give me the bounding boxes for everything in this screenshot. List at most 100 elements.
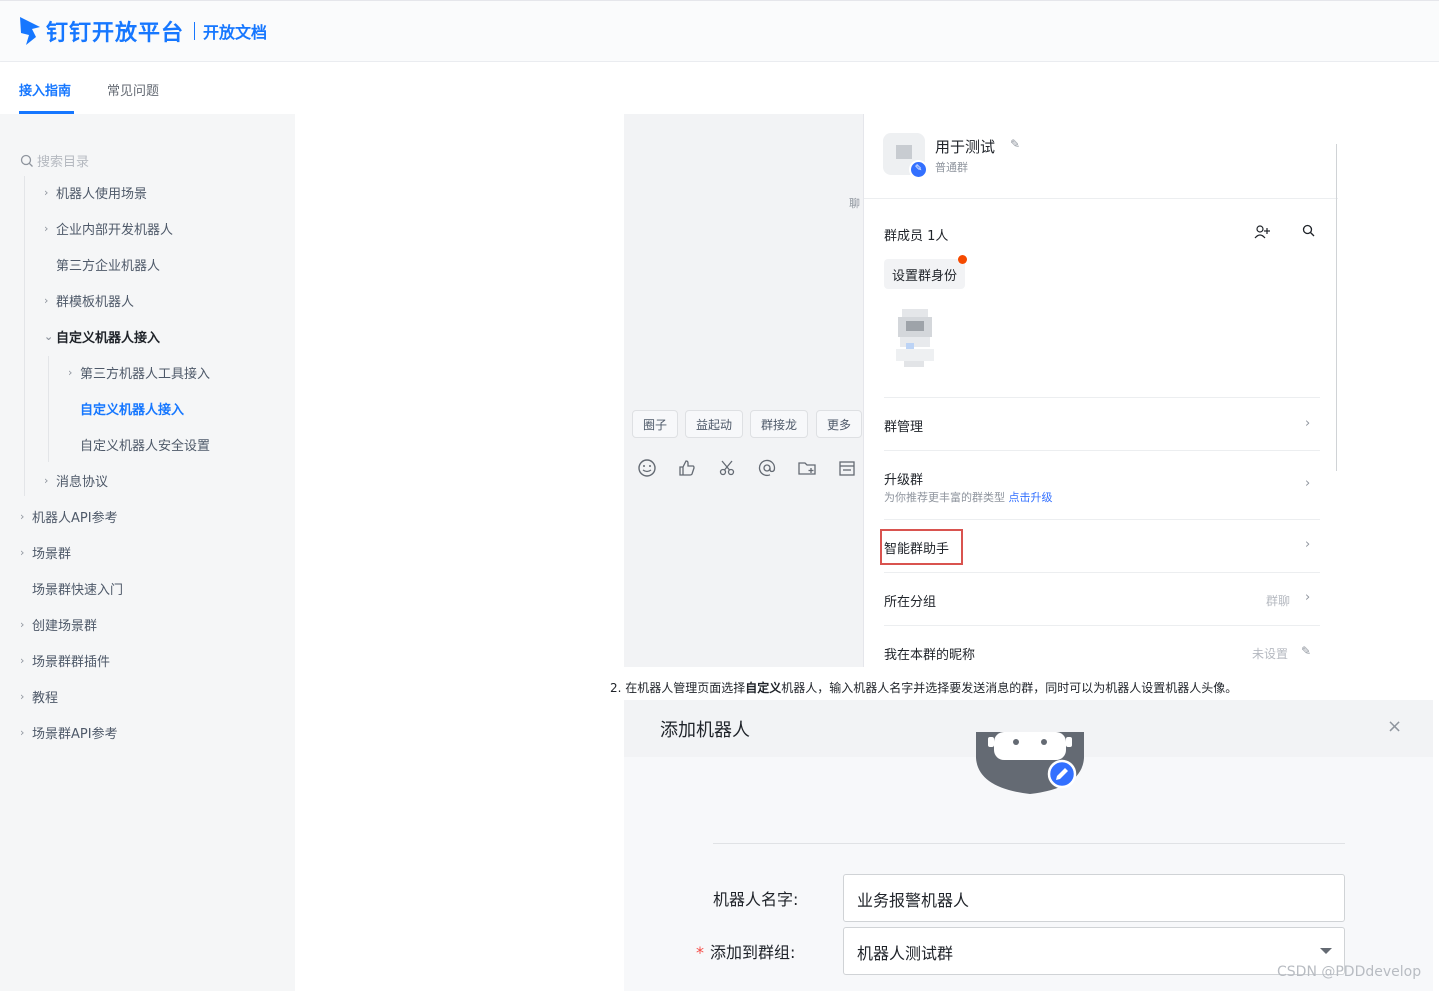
dialog-title: 添加机器人 — [660, 720, 750, 741]
chevron-right-icon: › — [1305, 590, 1311, 605]
row-my-nickname[interactable]: 我在本群的昵称 — [884, 644, 975, 663]
member-avatar[interactable] — [894, 309, 936, 371]
group-settings-panel: ✎ 用于测试 ✎ 普通群 群成员 1人 设置群身份 群管理 › 升级群 为你推荐… — [863, 114, 1338, 667]
dropdown-caret-icon — [1320, 948, 1332, 954]
upgrade-link[interactable]: 点击升级 — [1009, 491, 1053, 504]
group-name: 用于测试 — [935, 138, 996, 156]
group-select-label: * 添加到群组: — [696, 939, 795, 963]
sidebar-item-scene-quickstart[interactable]: 场景群快速入门 — [20, 579, 123, 598]
chevron-right-icon: › — [20, 654, 25, 667]
chevron-down-icon: ⌄ — [44, 330, 54, 343]
sidebar-item-scene-api[interactable]: › 场景群API参考 — [20, 723, 118, 742]
chevron-right-icon: › — [44, 186, 49, 199]
sidebar-item-custom-robot-group[interactable]: ⌄ 自定义机器人接入 — [44, 327, 160, 346]
sidebar-item-custom-robot-active[interactable]: 自定义机器人接入 — [68, 399, 184, 418]
nav-bar: 接入指南 常见问题 — [0, 62, 1439, 114]
chat-area: 聊 圈子 益起动 群接龙 更多 — [624, 114, 863, 667]
chevron-right-icon: › — [44, 474, 49, 487]
panel-divider — [884, 625, 1320, 626]
add-robot-dialog-screenshot: 添加机器人 × 机器人名字: 业务报警机器人 * 添加到群组: 机器人测试群 — [624, 700, 1433, 991]
set-role-button[interactable]: 设置群身份 — [884, 259, 966, 289]
panel-scrollbar[interactable] — [1336, 144, 1337, 471]
step-bold: 自定义 — [745, 681, 782, 695]
sidebar-item-label: 场景群API参考 — [32, 727, 118, 742]
brand-divider — [194, 22, 196, 40]
tab-faq[interactable]: 常见问题 — [107, 80, 159, 99]
chat-pill-charity[interactable]: 益起动 — [685, 410, 744, 438]
sidebar-item-scene-group[interactable]: › 场景群 — [20, 543, 71, 562]
chevron-right-icon: › — [20, 510, 25, 523]
group-avatar[interactable]: ✎ — [883, 133, 928, 179]
chat-pill-relay[interactable]: 群接龙 — [750, 410, 809, 438]
calendar-icon[interactable] — [837, 458, 857, 478]
nickname-value: 未设置 — [1252, 647, 1289, 661]
chevron-right-icon: › — [44, 294, 49, 307]
search-placeholder: 搜索目录 — [37, 155, 90, 170]
tree-guide-line — [48, 356, 49, 462]
sidebar-item-label: 自定义机器人接入 — [80, 403, 185, 418]
chat-pill-circle[interactable]: 圈子 — [632, 410, 679, 438]
group-avatar-image — [896, 145, 912, 159]
sidebar-item-label: 自定义机器人安全设置 — [80, 439, 211, 454]
chat-pill-more[interactable]: 更多 — [816, 410, 863, 438]
emoji-icon[interactable] — [637, 458, 657, 478]
panel-divider — [884, 572, 1320, 573]
sidebar-item-create-scene-group[interactable]: › 创建场景群 — [20, 615, 97, 634]
sidebar-item-robot-scenarios[interactable]: › 机器人使用场景 — [44, 183, 147, 202]
chevron-right-icon: › — [68, 366, 73, 379]
sidebar-item-robot-api[interactable]: › 机器人API参考 — [20, 507, 118, 526]
sidebar-item-message-protocol[interactable]: › 消息协议 — [44, 471, 108, 490]
sidebar-item-third-party-tool[interactable]: › 第三方机器人工具接入 — [68, 363, 210, 382]
doc-content: 聊 圈子 益起动 群接龙 更多 ✎ 用于测试 ✎ 普通群 群成员 1人 设置群身… — [295, 114, 1439, 991]
sidebar-item-scene-plugin[interactable]: › 场景群群插件 — [20, 651, 110, 670]
tab-guide[interactable]: 接入指南 — [19, 80, 71, 99]
chat-hint-text: 聊 — [849, 197, 860, 210]
sidebar-item-third-party-robot[interactable]: 第三方企业机器人 — [44, 255, 160, 274]
group-select-value: 机器人测试群 — [857, 944, 954, 963]
sidebar-item-template-robot[interactable]: › 群模板机器人 — [44, 291, 134, 310]
chevron-right-icon: › — [1305, 476, 1311, 491]
scissors-icon[interactable] — [717, 458, 737, 478]
row-upgrade-group[interactable]: 升级群 — [884, 469, 923, 488]
chevron-right-icon: › — [20, 618, 25, 631]
at-icon[interactable] — [757, 458, 777, 478]
sidebar-item-tutorial[interactable]: › 教程 — [20, 687, 58, 706]
sidebar-item-custom-robot-security[interactable]: 自定义机器人安全设置 — [68, 435, 210, 454]
search-member-icon[interactable] — [1302, 224, 1315, 237]
dingtalk-logo-icon — [20, 17, 40, 45]
thumbs-up-icon[interactable] — [677, 458, 697, 478]
search-icon — [20, 154, 33, 167]
required-mark: * — [696, 943, 704, 962]
close-icon[interactable]: × — [1387, 716, 1402, 737]
chevron-right-icon: › — [1305, 416, 1311, 431]
robot-name-input[interactable]: 业务报警机器人 — [843, 874, 1345, 922]
notification-dot — [958, 255, 967, 264]
add-member-icon[interactable] — [1254, 224, 1270, 240]
row-group-manage[interactable]: 群管理 — [884, 416, 923, 435]
panel-divider — [864, 198, 1338, 199]
row-group-category[interactable]: 所在分组 — [884, 591, 936, 610]
upgrade-subtext: 为你推荐更丰富的群类型 点击升级 — [884, 489, 1053, 505]
sidebar: 搜索目录 › 机器人使用场景 › 企业内部开发机器人 第三方企业机器人 › 群模… — [0, 114, 295, 991]
edit-nickname-icon[interactable]: ✎ — [1301, 644, 1311, 658]
sidebar-search[interactable]: 搜索目录 — [20, 151, 89, 170]
group-select[interactable]: 机器人测试群 — [843, 927, 1345, 975]
dialog-divider — [713, 843, 1345, 844]
group-category-value: 群聊 — [1266, 594, 1291, 608]
edit-name-icon[interactable]: ✎ — [1010, 137, 1020, 151]
sidebar-item-label: 场景群 — [32, 547, 72, 562]
row-smart-assistant[interactable]: 智能群助手 — [884, 538, 949, 557]
robot-avatar[interactable] — [976, 732, 1084, 820]
pencil-icon[interactable]: ✎ — [909, 160, 928, 179]
sidebar-item-label: 场景群群插件 — [32, 655, 111, 670]
sidebar-item-internal-robot[interactable]: › 企业内部开发机器人 — [44, 219, 173, 238]
watermark: CSDN @PDDdevelop — [1277, 964, 1422, 980]
sidebar-item-label: 自定义机器人接入 — [56, 331, 161, 346]
members-count: 群成员 1人 — [884, 229, 949, 244]
sidebar-item-label: 场景群快速入门 — [32, 583, 124, 598]
top-bar: 钉钉开放平台 开放文档 — [0, 0, 1439, 62]
brand-logo[interactable]: 钉钉开放平台 开放文档 — [18, 15, 267, 47]
brand-name: 钉钉开放平台 — [46, 21, 185, 46]
panel-divider — [884, 519, 1320, 520]
folder-add-icon[interactable] — [797, 458, 817, 478]
